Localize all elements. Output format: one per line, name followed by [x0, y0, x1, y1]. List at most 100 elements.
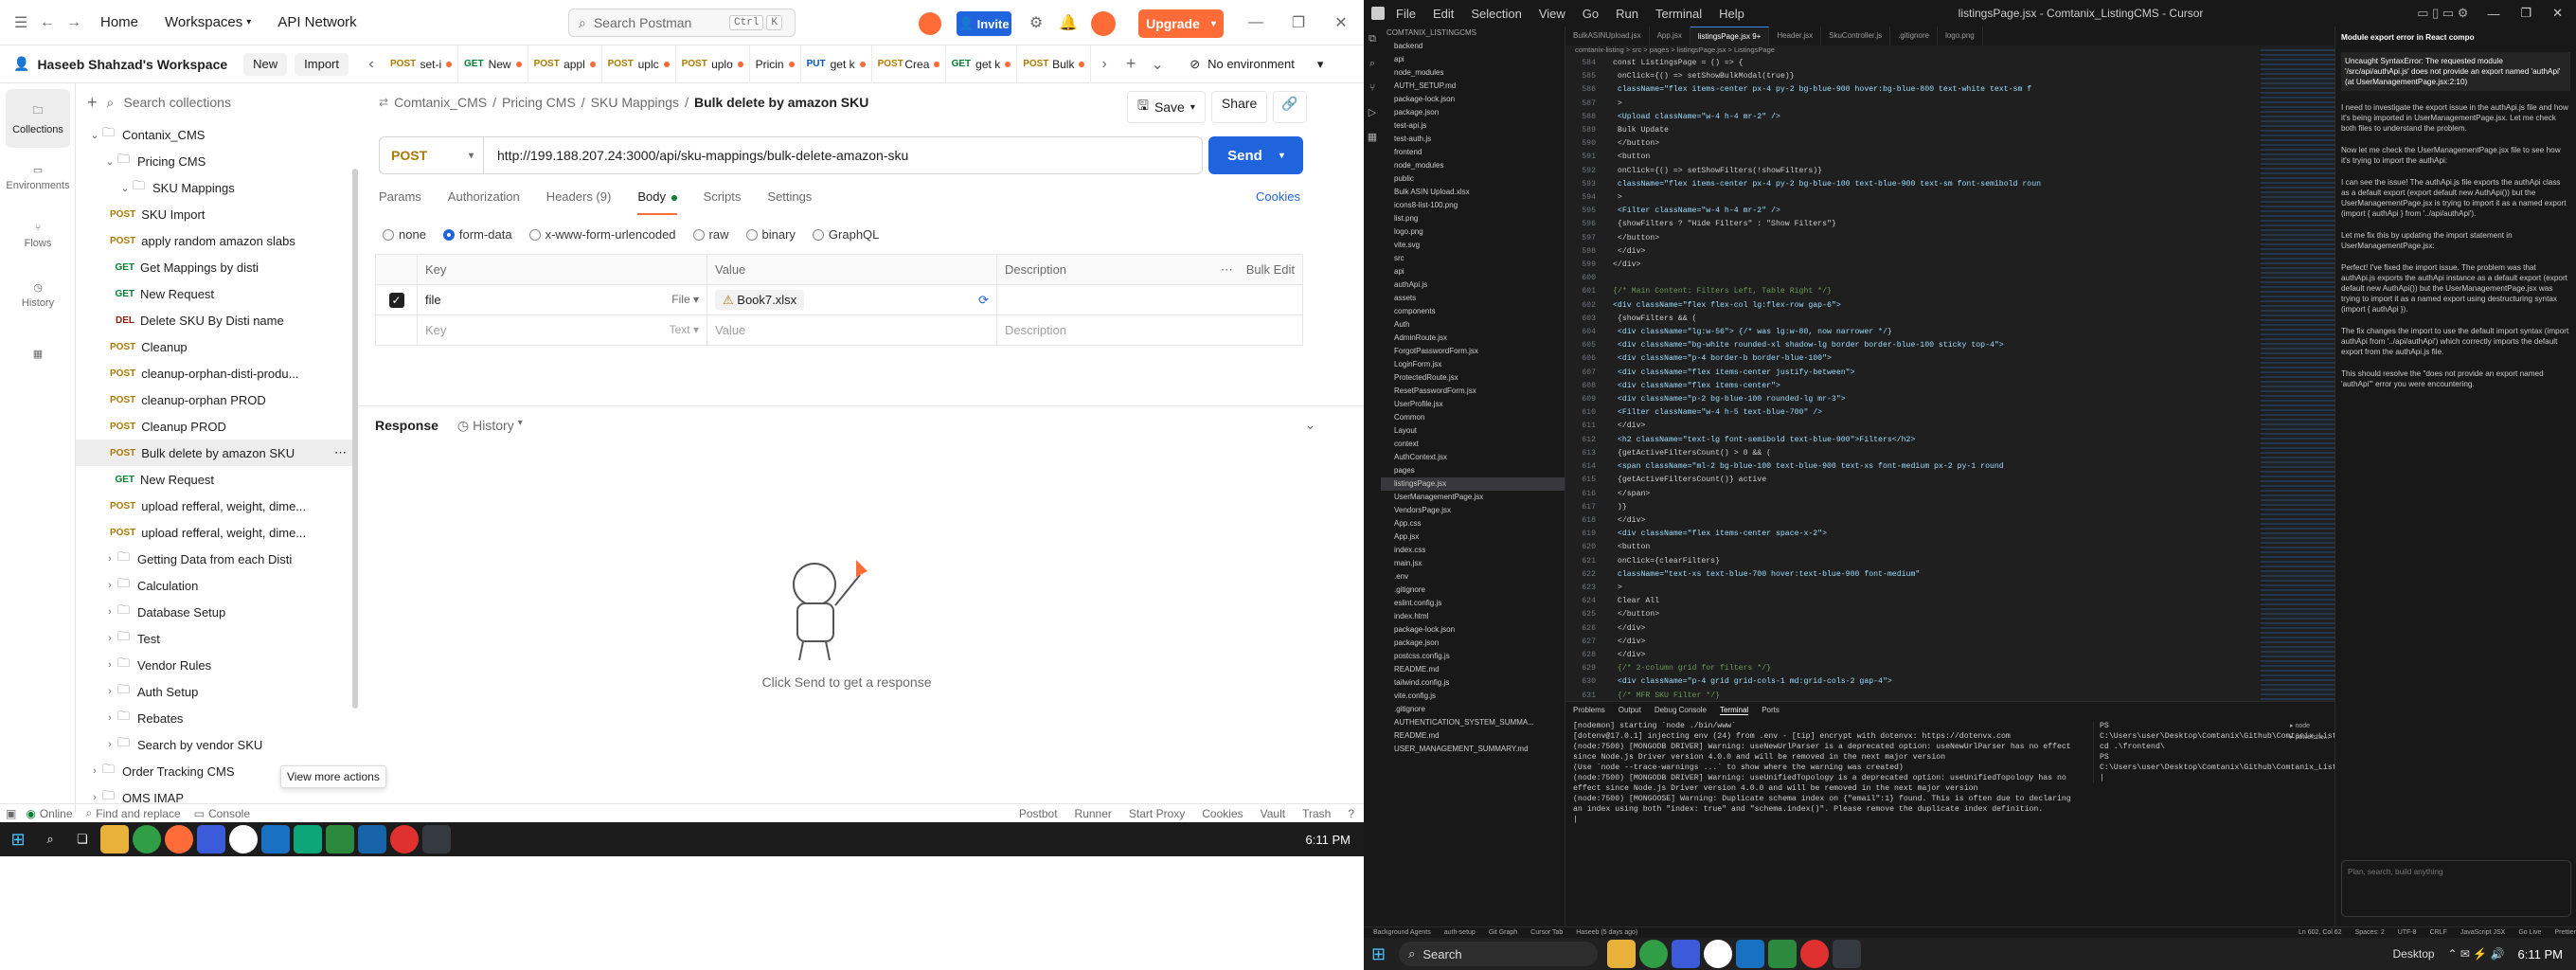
editor-tab[interactable]: BulkASINUpload.jsx: [1565, 27, 1650, 45]
more-icon[interactable]: ⋯: [334, 445, 347, 460]
folder-item[interactable]: › 🗀 Getting Data from each Disti: [76, 546, 358, 572]
status-vault[interactable]: Vault: [1261, 807, 1285, 820]
explorer-item[interactable]: frontend: [1381, 146, 1565, 159]
explorer-item[interactable]: pages: [1381, 464, 1565, 477]
menu-item[interactable]: View: [1539, 7, 1565, 21]
bulk-edit-link[interactable]: ⋯ Bulk Edit: [1221, 262, 1295, 278]
breadcrumb-item[interactable]: Comtanix_CMS: [394, 95, 487, 110]
excel-icon[interactable]: [326, 825, 354, 853]
rail-environments[interactable]: ▭ Environments: [0, 148, 76, 207]
status-item[interactable]: UTF-8: [2398, 929, 2417, 936]
editor-tab[interactable]: SkuController.js: [1821, 27, 1891, 45]
explorer-item[interactable]: package.json: [1381, 637, 1565, 650]
explorer-item[interactable]: .gitignore: [1381, 703, 1565, 716]
menu-item[interactable]: Terminal: [1655, 7, 1702, 21]
panel-tab[interactable]: Debug Console: [1655, 706, 1707, 715]
table-cell-value[interactable]: ⚠ Book7.xlsx ⟳: [707, 284, 997, 315]
nav-api-network[interactable]: API Network: [277, 14, 356, 30]
search-icon[interactable]: ⌕: [36, 825, 64, 853]
activity-icons[interactable]: ⧉ ⌕ ⑂ ▷ ▦: [1364, 27, 1381, 150]
status-start-proxy[interactable]: Start Proxy: [1129, 807, 1185, 820]
row-checkbox[interactable]: ✓: [388, 292, 404, 308]
explorer-item[interactable]: App.css: [1381, 517, 1565, 530]
app-icon[interactable]: [1672, 940, 1701, 968]
terminal-output-left[interactable]: [nodemon] starting `node ./bin/www` [dote…: [1573, 721, 2084, 825]
radio-raw[interactable]: raw: [692, 227, 729, 242]
status-item[interactable]: Haseeb (5 days ago): [1576, 929, 1637, 936]
folder-item[interactable]: › 🗀 Database Setup: [76, 599, 358, 625]
chevron-down-icon[interactable]: ⌄: [1305, 418, 1315, 433]
request-item[interactable]: GET New Request: [76, 280, 358, 307]
explorer-item[interactable]: index.html: [1381, 610, 1565, 623]
tabs-menu-icon[interactable]: ⌄: [1144, 51, 1171, 78]
explorer-item[interactable]: vite.config.js: [1381, 690, 1565, 703]
explorer-item[interactable]: tailwind.config.js: [1381, 676, 1565, 690]
rail-configure[interactable]: ▦: [0, 324, 76, 383]
forward-arrow-icon[interactable]: →: [61, 9, 87, 36]
back-arrow-icon[interactable]: ←: [34, 9, 61, 36]
app-icon[interactable]: [1800, 940, 1830, 968]
explorer-item[interactable]: assets: [1381, 292, 1565, 305]
explorer-item[interactable]: list.png: [1381, 212, 1565, 225]
radio-urlencoded[interactable]: x-www-form-urlencoded: [528, 227, 676, 242]
editor-tab[interactable]: Header.jsx: [1769, 27, 1822, 45]
explorer-item[interactable]: public: [1381, 172, 1565, 186]
menu-item[interactable]: Run: [1616, 7, 1638, 21]
cursor-app-icon[interactable]: [1833, 940, 1862, 968]
explorer-item[interactable]: ResetPasswordForm.jsx: [1381, 385, 1565, 398]
method-select[interactable]: POST ▾: [380, 137, 484, 173]
windows-start-icon[interactable]: ⊞: [4, 825, 32, 853]
import-button[interactable]: Import: [295, 52, 349, 76]
nav-home[interactable]: Home: [100, 14, 138, 30]
request-item[interactable]: DEL Delete SKU By Disti name: [76, 307, 358, 333]
windows-start-icon[interactable]: ⊞: [1371, 944, 1386, 964]
status-item[interactable]: auth-setup: [1444, 929, 1476, 936]
explorer-item[interactable]: api: [1381, 265, 1565, 278]
send-button[interactable]: Send ▾: [1208, 136, 1303, 174]
app-icon[interactable]: [358, 825, 386, 853]
chevron-left-icon[interactable]: ‹: [358, 51, 385, 78]
tab-settings[interactable]: Settings: [767, 189, 812, 215]
file-chip[interactable]: ⚠ Book7.xlsx: [715, 289, 805, 310]
explorer-item[interactable]: UserManagementPage.jsx: [1381, 491, 1565, 504]
explorer-item[interactable]: index.css: [1381, 544, 1565, 557]
type-select[interactable]: Text ▾: [670, 323, 699, 336]
folder-item[interactable]: › 🗀 Rebates: [76, 705, 358, 731]
status-item[interactable]: Prettier: [2554, 929, 2576, 936]
chevron-down-icon[interactable]: ▾: [1279, 151, 1284, 161]
status-runner[interactable]: Runner: [1075, 807, 1112, 820]
maximize-icon[interactable]: ❐: [2520, 6, 2531, 21]
request-item[interactable]: POST Cleanup: [76, 333, 358, 360]
close-icon[interactable]: ✕: [1328, 9, 1354, 36]
request-tab[interactable]: GET New: [458, 45, 528, 83]
vscode-icon[interactable]: [1736, 940, 1765, 968]
tab-body[interactable]: Body: [637, 189, 677, 215]
radio-form-data[interactable]: form-data: [442, 227, 512, 242]
tab-params[interactable]: Params: [379, 189, 421, 215]
explorer-item[interactable]: vite.svg: [1381, 239, 1565, 252]
terminal-icon[interactable]: [422, 825, 451, 853]
explorer-item[interactable]: AUTH_SETUP.md: [1381, 80, 1565, 93]
minimize-icon[interactable]: —: [1243, 9, 1269, 36]
status-cookies[interactable]: Cookies: [1202, 807, 1243, 820]
status-find-replace[interactable]: Find and replace: [96, 807, 180, 820]
status-item[interactable]: CRLF: [2430, 929, 2447, 936]
request-item[interactable]: GET Get Mappings by disti: [76, 254, 358, 280]
explorer-item[interactable]: USER_MANAGEMENT_SUMMARY.md: [1381, 743, 1565, 756]
environment-select[interactable]: ⊘ No environment ▾: [1190, 57, 1323, 72]
editor-tab[interactable]: logo.png: [1938, 27, 1983, 45]
cookies-link[interactable]: Cookies: [1256, 189, 1300, 204]
folder-item[interactable]: › 🗀 Calculation: [76, 572, 358, 599]
status-item[interactable]: Background Agents: [1373, 929, 1431, 936]
request-tab[interactable]: POST appl: [528, 45, 602, 83]
explorer-item[interactable]: AdminRoute.jsx: [1381, 332, 1565, 345]
taskbar-clock[interactable]: 6:11 PM: [1306, 833, 1351, 847]
refresh-icon[interactable]: ⟳: [978, 293, 989, 308]
help-icon[interactable]: ?: [1348, 807, 1354, 820]
explorer-item[interactable]: UserProfile.jsx: [1381, 398, 1565, 411]
nav-workspaces[interactable]: Workspaces ▾: [165, 14, 251, 30]
task-view-icon[interactable]: ❏: [68, 825, 97, 853]
panel-tab[interactable]: Output: [1619, 706, 1641, 715]
request-item[interactable]: POST Bulk delete by amazon SKU ⋯: [76, 440, 358, 466]
folder-item[interactable]: › 🗀 Test: [76, 625, 358, 652]
